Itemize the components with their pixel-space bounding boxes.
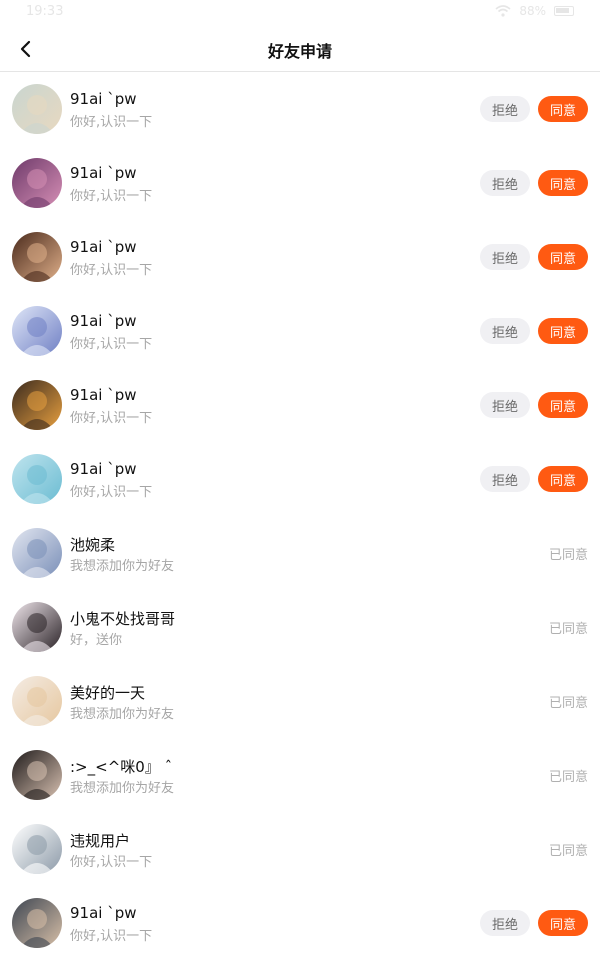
avatar[interactable] (12, 602, 62, 652)
page-title: 好友申请 (267, 42, 332, 61)
friend-request-row[interactable]: 小鬼不处找哥哥 好，送你 已同意 (0, 590, 600, 664)
avatar[interactable] (12, 676, 62, 726)
requester-name: 违规用户 (70, 832, 131, 850)
status-indicators: 88% (495, 4, 574, 18)
avatar-image (12, 824, 62, 874)
requester-name: 91ai `pw (70, 238, 137, 256)
battery-percentage: 88% (519, 4, 546, 18)
avatar[interactable] (12, 306, 62, 356)
accepted-status: 已同意 (548, 622, 588, 637)
request-message: 好，送你 (70, 633, 123, 648)
accept-button[interactable]: 同意 (538, 96, 588, 122)
avatar-image (12, 84, 62, 134)
requester-name: 美好的一天 (70, 684, 146, 702)
request-message: 你好,认识一下 (70, 189, 153, 204)
request-message: 你好,认识一下 (70, 485, 153, 500)
requester-name: 91ai `pw (70, 460, 137, 478)
accept-button[interactable]: 同意 (538, 910, 588, 936)
avatar[interactable] (12, 824, 62, 874)
avatar[interactable] (12, 750, 62, 800)
requester-name: 91ai `pw (70, 90, 137, 108)
accept-button[interactable]: 同意 (538, 244, 588, 270)
requester-name: 91ai `pw (70, 312, 137, 330)
requester-name: :>_<^咪0』 ˆ (70, 758, 173, 776)
accept-button[interactable]: 同意 (538, 170, 588, 196)
reject-button[interactable]: 拒绝 (480, 910, 530, 936)
request-message: 我想添加你为好友 (70, 781, 175, 796)
battery-icon (554, 6, 574, 16)
friend-request-row[interactable]: 91ai `pw 你好,认识一下 拒绝 同意 (0, 146, 600, 220)
request-message: 你好,认识一下 (70, 411, 153, 426)
avatar-image (12, 306, 62, 356)
requester-name: 池婉柔 (70, 536, 116, 554)
avatar-image (12, 750, 62, 800)
nav-bar: 好友申请 (0, 26, 600, 72)
avatar-image (12, 380, 62, 430)
request-message: 你好,认识一下 (70, 115, 153, 130)
friend-request-row[interactable]: 91ai `pw 你好,认识一下 拒绝 同意 (0, 294, 600, 368)
requester-name: 91ai `pw (70, 904, 137, 922)
avatar-image (12, 602, 62, 652)
accepted-status: 已同意 (548, 696, 588, 711)
reject-button[interactable]: 拒绝 (480, 318, 530, 344)
avatar-image (12, 158, 62, 208)
avatar[interactable] (12, 454, 62, 504)
friend-request-row[interactable]: 91ai `pw 你好,认识一下 拒绝 同意 (0, 368, 600, 442)
friend-request-row[interactable]: 91ai `pw 你好,认识一下 拒绝 同意 (0, 72, 600, 146)
requester-name: 91ai `pw (70, 386, 137, 404)
accept-button[interactable]: 同意 (538, 318, 588, 344)
reject-button[interactable]: 拒绝 (480, 96, 530, 122)
avatar[interactable] (12, 232, 62, 282)
request-message: 你好,认识一下 (70, 929, 153, 944)
friend-request-row[interactable]: 91ai `pw 你好,认识一下 拒绝 同意 (0, 442, 600, 516)
avatar[interactable] (12, 158, 62, 208)
wifi-icon (495, 5, 511, 17)
request-message: 你好,认识一下 (70, 337, 153, 352)
accepted-status: 已同意 (548, 844, 588, 859)
requester-name: 小鬼不处找哥哥 (70, 610, 176, 628)
requester-name: 91ai `pw (70, 164, 137, 182)
avatar[interactable] (12, 528, 62, 578)
avatar[interactable] (12, 380, 62, 430)
friend-request-row[interactable]: 违规用户你好,认识一下 已同意 (0, 812, 600, 886)
request-message: 我想添加你为好友 (70, 707, 175, 722)
avatar-image (12, 232, 62, 282)
reject-button[interactable]: 拒绝 (480, 244, 530, 270)
request-message: 你好,认识一下 (70, 855, 153, 870)
avatar-image (12, 898, 62, 948)
accepted-status: 已同意 (548, 770, 588, 785)
avatar-image (12, 454, 62, 504)
accept-button[interactable]: 同意 (538, 392, 588, 418)
accepted-status: 已同意 (548, 548, 588, 563)
accept-button[interactable]: 同意 (538, 466, 588, 492)
avatar-image (12, 528, 62, 578)
request-message: 我想添加你为好友 (70, 559, 175, 574)
avatar[interactable] (12, 84, 62, 134)
friend-request-row[interactable]: 91ai `pw 你好,认识一下 拒绝 同意 (0, 220, 600, 294)
reject-button[interactable]: 拒绝 (480, 392, 530, 418)
status-time: 19:33 (26, 4, 64, 19)
avatar-image (12, 676, 62, 726)
friend-request-list: 91ai `pw 你好,认识一下 拒绝 同意 91ai `pw 你好,认识一下 拒绝 同意 91… (0, 72, 600, 960)
friend-request-row[interactable]: 91ai `pw 你好,认识一下 拒绝 同意 (0, 886, 600, 960)
friend-request-row[interactable]: 美好的一天我想添加你为好友 已同意 (0, 664, 600, 738)
status-bar: 19:33 88% (0, 0, 600, 26)
reject-button[interactable]: 拒绝 (480, 170, 530, 196)
reject-button[interactable]: 拒绝 (480, 466, 530, 492)
request-message: 你好,认识一下 (70, 263, 153, 278)
friend-request-row[interactable]: :>_<^咪0』 ˆ 我想添加你为好友 已同意 (0, 738, 600, 812)
friend-request-row[interactable]: 池婉柔我想添加你为好友 已同意 (0, 516, 600, 590)
avatar[interactable] (12, 898, 62, 948)
